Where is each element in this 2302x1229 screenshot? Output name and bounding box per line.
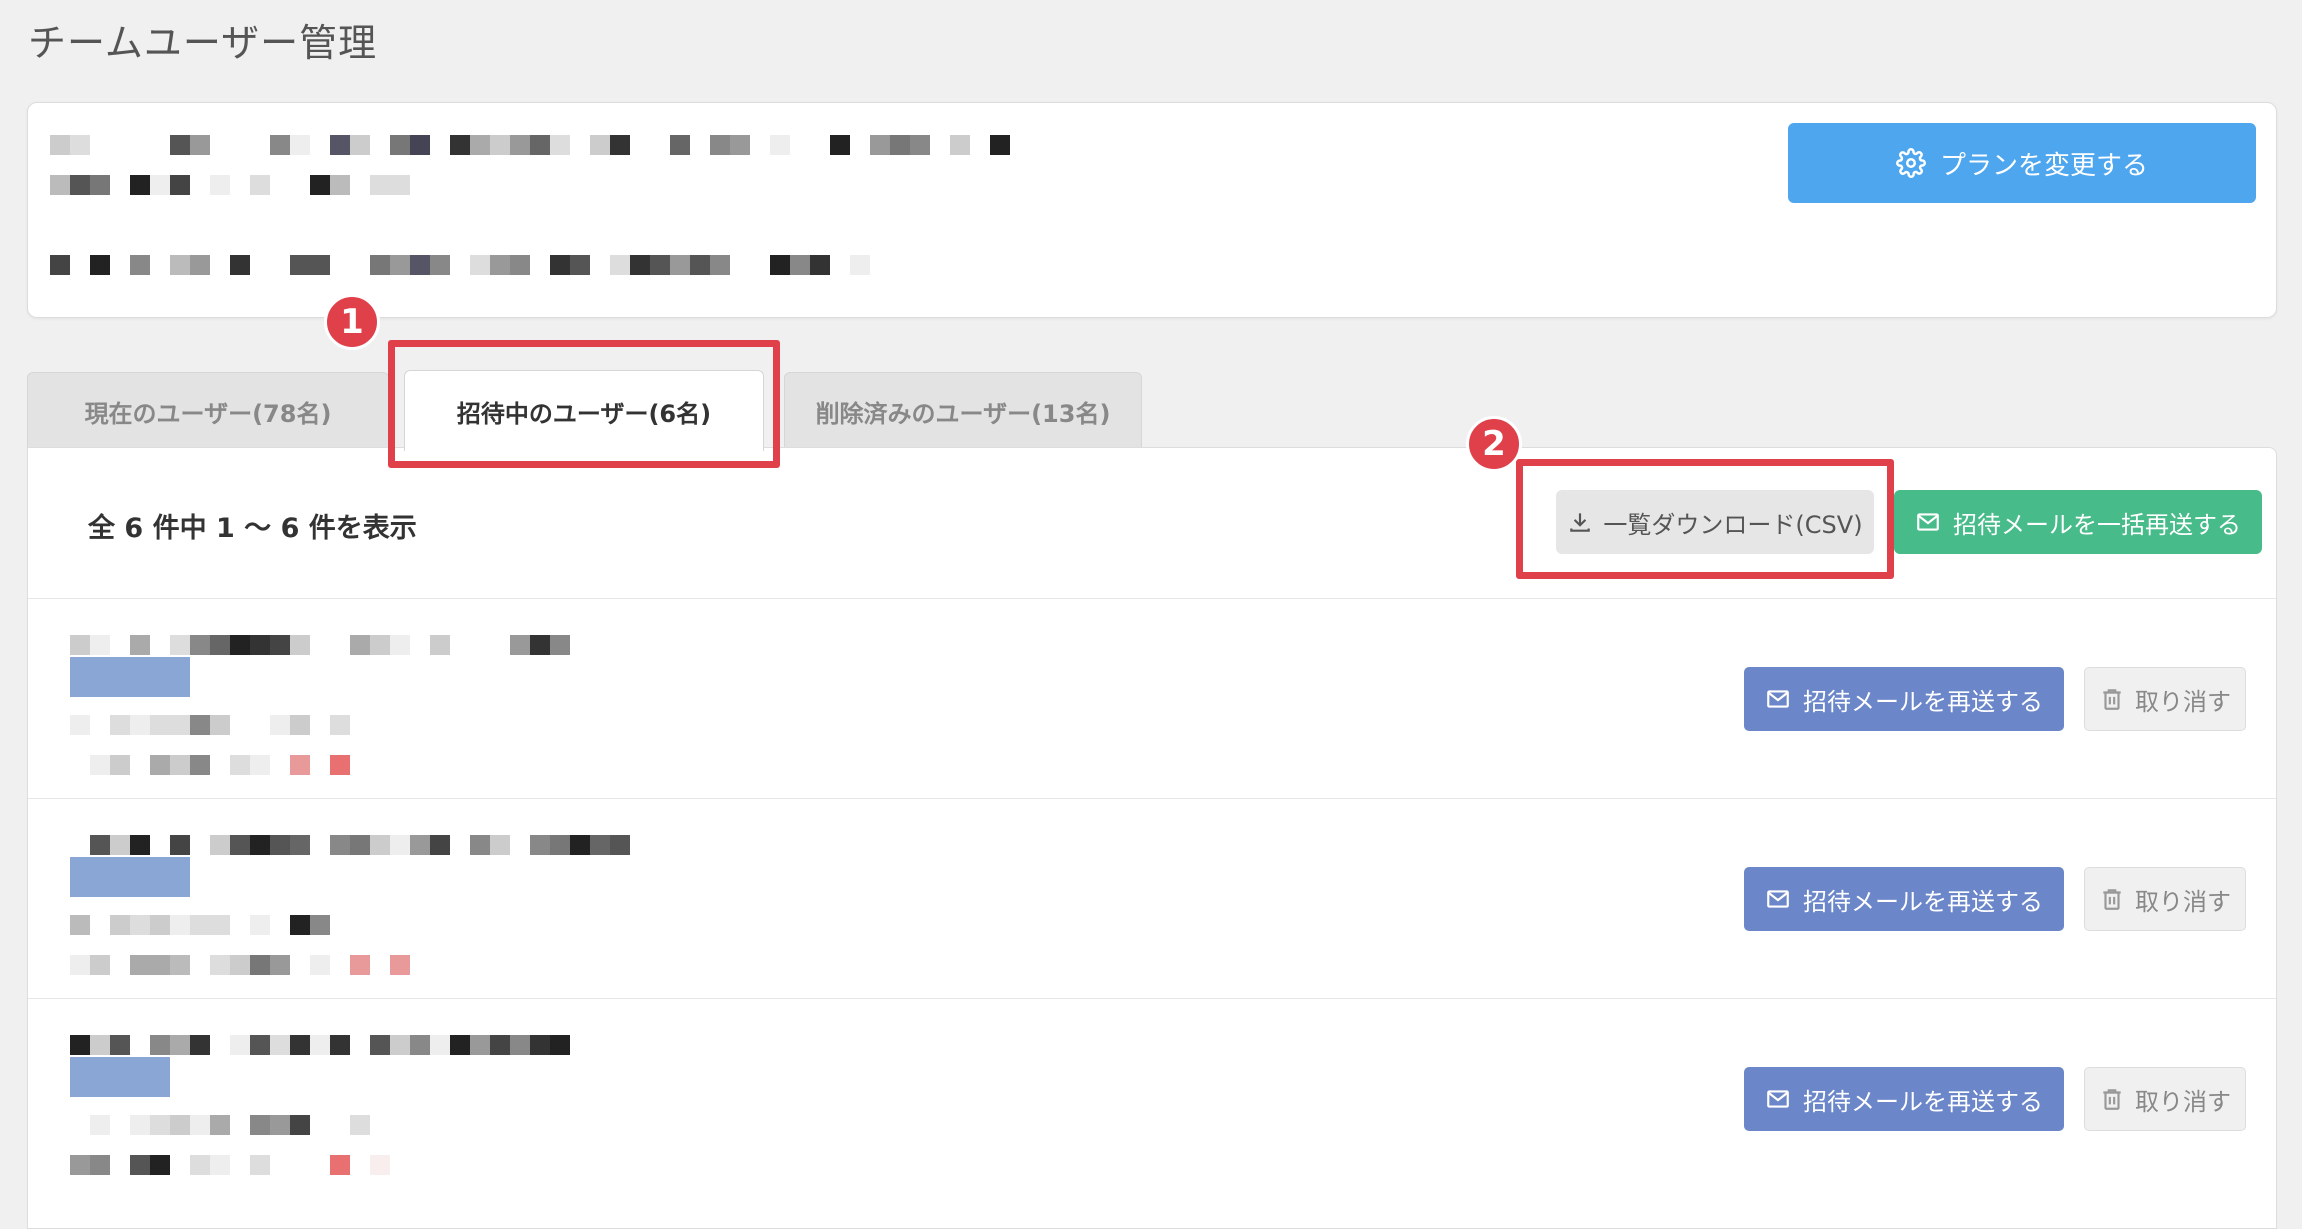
pixelated-user-email [70,857,190,897]
tab-current-users[interactable]: 現在のユーザー(78名) [27,372,389,449]
pixelated-user-info [70,1115,370,1135]
resend-all-button[interactable]: 招待メールを一括再送する [1894,490,2262,554]
tab-invited-users[interactable]: 招待中のユーザー(6名) [404,370,764,451]
pixelated-user-info [70,635,570,655]
invited-user-row: 招待メールを再送する 取り消す [28,998,2276,1199]
pixelated-user-info [70,915,330,935]
cancel-invite-button[interactable]: 取り消す [2084,1067,2246,1131]
tab-label: 削除済みのユーザー(13名) [815,399,1111,428]
trash-icon [2103,689,2121,710]
pixelated-user-info [70,755,350,775]
trash-icon [2103,1089,2121,1110]
pixelated-user-info [70,715,350,735]
pixelated-plan-info-line [50,255,870,275]
result-count: 全 6 件中 1 〜 6 件を表示 [88,513,417,544]
tab-deleted-users[interactable]: 削除済みのユーザー(13名) [784,372,1142,449]
resend-invite-label: 招待メールを再送する [1803,1087,2043,1116]
resend-all-label: 招待メールを一括再送する [1953,510,2241,539]
annotation-badge: 1 [324,294,380,350]
cancel-invite-label: 取り消す [2135,1087,2231,1116]
invited-users-panel: 全 6 件中 1 〜 6 件を表示 一覧ダウンロード(CSV) 招待メールを一括… [27,447,2277,1229]
pixelated-user-email [70,1057,170,1097]
mail-icon [1767,1090,1789,1108]
resend-invite-button[interactable]: 招待メールを再送する [1744,1067,2064,1131]
cancel-invite-button[interactable]: 取り消す [2084,867,2246,931]
pixelated-user-info [70,1155,390,1175]
cancel-invite-label: 取り消す [2135,687,2231,716]
tab-label: 招待中のユーザー(6名) [456,399,712,428]
tab-label: 現在のユーザー(78名) [84,399,332,428]
resend-invite-button[interactable]: 招待メールを再送する [1744,667,2064,731]
cancel-invite-button[interactable]: 取り消す [2084,667,2246,731]
plan-info-card: プランを変更する [27,102,2277,318]
invited-user-row: 招待メールを再送する 取り消す [28,598,2276,799]
change-plan-button[interactable]: プランを変更する [1788,123,2256,203]
invited-user-row: 招待メールを再送する 取り消す [28,798,2276,999]
resend-invite-label: 招待メールを再送する [1803,687,2043,716]
resend-invite-label: 招待メールを再送する [1803,887,2043,916]
pixelated-plan-info-line [50,175,410,195]
change-plan-label: プランを変更する [1939,150,2148,181]
pixelated-plan-info-line [50,135,1010,155]
mail-icon [1767,890,1789,908]
pixelated-user-info [70,955,410,975]
pixelated-user-email [70,657,190,697]
gear-icon [1896,148,1926,178]
cancel-invite-label: 取り消す [2135,887,2231,916]
pixelated-user-info [70,1035,570,1055]
trash-icon [2103,889,2121,910]
annotation-badge: 2 [1466,416,1522,472]
mail-icon [1917,513,1939,531]
annotation-box-download-csv [1516,459,1894,579]
pixelated-user-info [70,835,630,855]
mail-icon [1767,690,1789,708]
page-title: チームユーザー管理 [28,21,378,65]
resend-invite-button[interactable]: 招待メールを再送する [1744,867,2064,931]
